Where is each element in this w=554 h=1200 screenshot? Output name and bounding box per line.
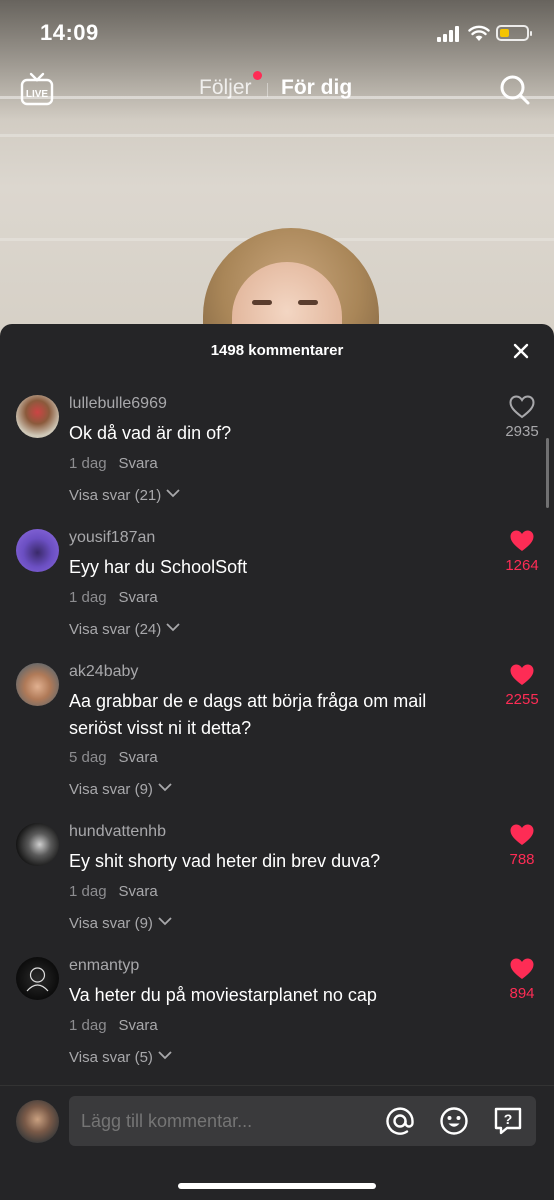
ceiling-molding xyxy=(0,134,554,137)
reply-button[interactable]: Svara xyxy=(119,1017,158,1034)
avatar-drawing xyxy=(26,967,49,992)
tab-divider xyxy=(267,83,268,97)
like-count: 894 xyxy=(509,985,535,1002)
live-tv-icon[interactable]: LIVE xyxy=(20,72,54,106)
emoji-icon[interactable] xyxy=(439,1106,469,1136)
comments-header: 1498 kommentarer xyxy=(0,324,554,380)
reply-button[interactable]: Svara xyxy=(119,589,158,606)
tab-for-you[interactable]: För dig xyxy=(281,76,352,100)
comment-text: Aa grabbar de e dags att börja fråga om … xyxy=(69,691,427,738)
comment-input[interactable] xyxy=(81,1111,371,1132)
like-count: 788 xyxy=(509,851,535,868)
person-eye xyxy=(252,300,272,305)
reply-button[interactable]: Svara xyxy=(119,883,158,900)
top-navigation: LIVE Följer För dig xyxy=(0,66,554,116)
live-label: LIVE xyxy=(26,89,49,100)
avatar[interactable] xyxy=(16,823,59,866)
comment-username[interactable]: ak24baby xyxy=(69,663,138,681)
comment-text: Va heter du på moviestarplanet no cap xyxy=(69,985,377,1005)
comment-meta: 1 dag Svara xyxy=(69,455,158,472)
comment-username[interactable]: hundvattenhb xyxy=(69,823,166,841)
tab-following[interactable]: Följer xyxy=(199,76,252,100)
view-replies-label: Visa svar (9) xyxy=(69,915,153,932)
comment-meta: 5 dag Svara xyxy=(69,749,158,766)
chevron-down-icon xyxy=(158,783,172,792)
view-replies-label: Visa svar (21) xyxy=(69,487,162,504)
comment-text: Eyy har du SchoolSoft xyxy=(69,557,248,577)
view-replies-button[interactable]: Visa svar (5) xyxy=(69,1049,172,1066)
avatar[interactable] xyxy=(16,529,59,572)
heart-filled-icon[interactable] xyxy=(509,823,535,847)
chevron-down-icon xyxy=(158,917,172,926)
comment-text: Ok då vad är din of? xyxy=(69,423,232,443)
comment-item: hundvattenhb Ey shit shorty vad heter di… xyxy=(0,823,554,957)
comment-time: 1 dag xyxy=(69,455,107,472)
home-indicator[interactable] xyxy=(178,1183,376,1189)
comment-time: 1 dag xyxy=(69,1017,107,1034)
battery-level xyxy=(500,29,509,37)
notification-dot xyxy=(253,71,262,80)
svg-text:?: ? xyxy=(504,1111,513,1127)
view-replies-button[interactable]: Visa svar (9) xyxy=(69,781,172,798)
comment-meta: 1 dag Svara xyxy=(69,883,158,900)
comment-username[interactable]: enmantyp xyxy=(69,957,139,975)
my-avatar[interactable] xyxy=(16,1100,59,1143)
heart-filled-icon[interactable] xyxy=(509,529,535,553)
view-replies-button[interactable]: Visa svar (24) xyxy=(69,621,180,638)
comment-time: 1 dag xyxy=(69,883,107,900)
comment-meta: 1 dag Svara xyxy=(69,589,158,606)
chevron-down-icon xyxy=(158,1051,172,1060)
avatar[interactable] xyxy=(16,395,59,438)
comment-item: enmantyp Va heter du på moviestarplanet … xyxy=(0,957,554,1091)
comment-time: 5 dag xyxy=(69,749,107,766)
search-icon[interactable] xyxy=(499,74,531,106)
wifi-icon xyxy=(468,25,490,41)
view-replies-label: Visa svar (24) xyxy=(69,621,162,638)
comments-count-title: 1498 kommentarer xyxy=(210,342,344,359)
comment-username[interactable]: lullebulle6969 xyxy=(69,395,167,413)
mention-icon[interactable] xyxy=(385,1106,415,1136)
status-time: 14:09 xyxy=(40,20,99,45)
close-icon[interactable] xyxy=(511,341,531,361)
view-replies-button[interactable]: Visa svar (9) xyxy=(69,915,172,932)
reply-button[interactable]: Svara xyxy=(119,455,158,472)
view-replies-label: Visa svar (5) xyxy=(69,1049,153,1066)
comment-input-container[interactable]: ? xyxy=(69,1096,536,1146)
comment-input-bar: ? xyxy=(0,1085,554,1200)
battery-icon xyxy=(496,25,532,41)
comment-time: 1 dag xyxy=(69,589,107,606)
like-count: 2935 xyxy=(505,423,539,440)
heart-filled-icon[interactable] xyxy=(509,663,535,687)
cellular-signal-icon xyxy=(437,26,463,42)
reply-button[interactable]: Svara xyxy=(119,749,158,766)
avatar[interactable] xyxy=(16,663,59,706)
like-count: 2255 xyxy=(505,691,539,708)
avatar[interactable] xyxy=(16,957,59,1000)
comment-username[interactable]: yousif187an xyxy=(69,529,155,547)
question-icon[interactable]: ? xyxy=(493,1106,523,1136)
comment-item: ak24baby Aa grabbar de e dags att börja … xyxy=(0,663,554,823)
heart-outline-icon[interactable] xyxy=(509,395,535,419)
person-eye xyxy=(298,300,318,305)
view-replies-button[interactable]: Visa svar (21) xyxy=(69,487,180,504)
like-count: 1264 xyxy=(505,557,539,574)
chevron-down-icon xyxy=(166,489,180,498)
comment-text: Ey shit shorty vad heter din brev duva? xyxy=(69,851,381,871)
view-replies-label: Visa svar (9) xyxy=(69,781,153,798)
comment-item: yousif187an Eyy har du SchoolSoft 1 dag S… xyxy=(0,529,554,663)
comment-item: lullebulle6969 Ok då vad är din of? 1 da… xyxy=(0,395,554,529)
chevron-down-icon xyxy=(166,623,180,632)
heart-filled-icon[interactable] xyxy=(509,957,535,981)
status-bar: 14:09 xyxy=(0,0,554,66)
comments-sheet: 1498 kommentarer lullebulle6969 Ok då va… xyxy=(0,324,554,1200)
comment-meta: 1 dag Svara xyxy=(69,1017,158,1034)
